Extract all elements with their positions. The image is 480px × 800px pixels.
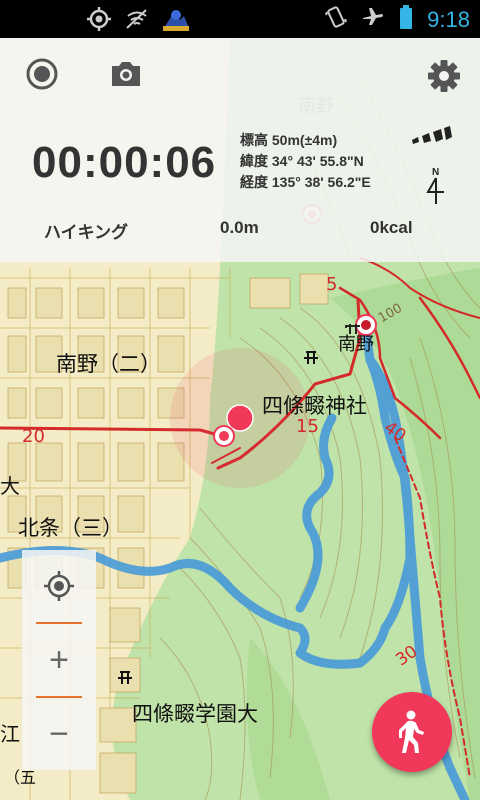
track-start-pin <box>213 425 235 447</box>
battery-icon <box>399 4 413 35</box>
record-button[interactable] <box>24 56 60 92</box>
camera-icon <box>112 62 140 86</box>
altitude-readout: 標高 50m(±4m) <box>240 132 338 148</box>
vibrate-icon <box>325 4 348 35</box>
road-number-20: 20 <box>22 426 45 447</box>
location-readout: 標高 50m(±4m) 緯度 34° 43' 55.8"N 経度 135° 38… <box>240 130 371 193</box>
tracking-info-panel: 00:00:06 標高 50m(±4m) 緯度 34° 43' 55.8"N 経… <box>0 38 480 262</box>
activity-type-label[interactable]: ハイキング <box>44 218 128 243</box>
airplane-mode-icon <box>361 5 385 34</box>
hiking-person-icon <box>399 710 424 753</box>
record-icon <box>26 58 58 90</box>
activity-mode-button[interactable] <box>372 692 452 772</box>
camera-button[interactable] <box>108 56 144 92</box>
gear-icon <box>428 60 460 92</box>
map-label-kou: 江 <box>0 722 20 746</box>
calories-value: 0kcal <box>370 218 413 237</box>
compass-north-label: N <box>432 167 439 178</box>
distance-value: 0.0m <box>220 218 259 237</box>
latitude-readout: 緯度 34° 43' 55.8"N <box>240 153 364 169</box>
road-number-5: 5 <box>326 274 338 295</box>
road-number-15: 15 <box>296 416 319 437</box>
wifi-off-icon <box>124 6 150 37</box>
map-label-dai: 大 <box>0 474 20 498</box>
longitude-readout: 経度 135° 38' 56.2"E <box>240 174 371 190</box>
gps-icon <box>86 6 112 37</box>
my-location-button[interactable] <box>22 550 96 622</box>
gps-signal-icon <box>410 126 452 151</box>
elapsed-timer: 00:00:06 <box>32 138 217 187</box>
zoom-in-button[interactable]: + <box>22 624 96 696</box>
zoom-out-button[interactable]: − <box>22 698 96 770</box>
clock-time: 9:18 <box>427 6 470 32</box>
settings-button[interactable] <box>424 56 464 96</box>
current-location-marker <box>226 404 254 432</box>
my-location-icon <box>44 571 74 601</box>
map-label-university: 四條畷学園大 <box>132 702 258 726</box>
compass-icon: N <box>423 164 449 206</box>
map-label-minamino-right: 南野 <box>338 334 374 355</box>
map-zoom-controls: + − <box>22 550 96 770</box>
map-label-minamino2: 南野（二） <box>56 352 161 376</box>
app-notification-icon <box>162 6 190 37</box>
status-bar: 9:18 <box>0 0 480 38</box>
map-label-kitajo3: 北条（三） <box>18 516 123 540</box>
